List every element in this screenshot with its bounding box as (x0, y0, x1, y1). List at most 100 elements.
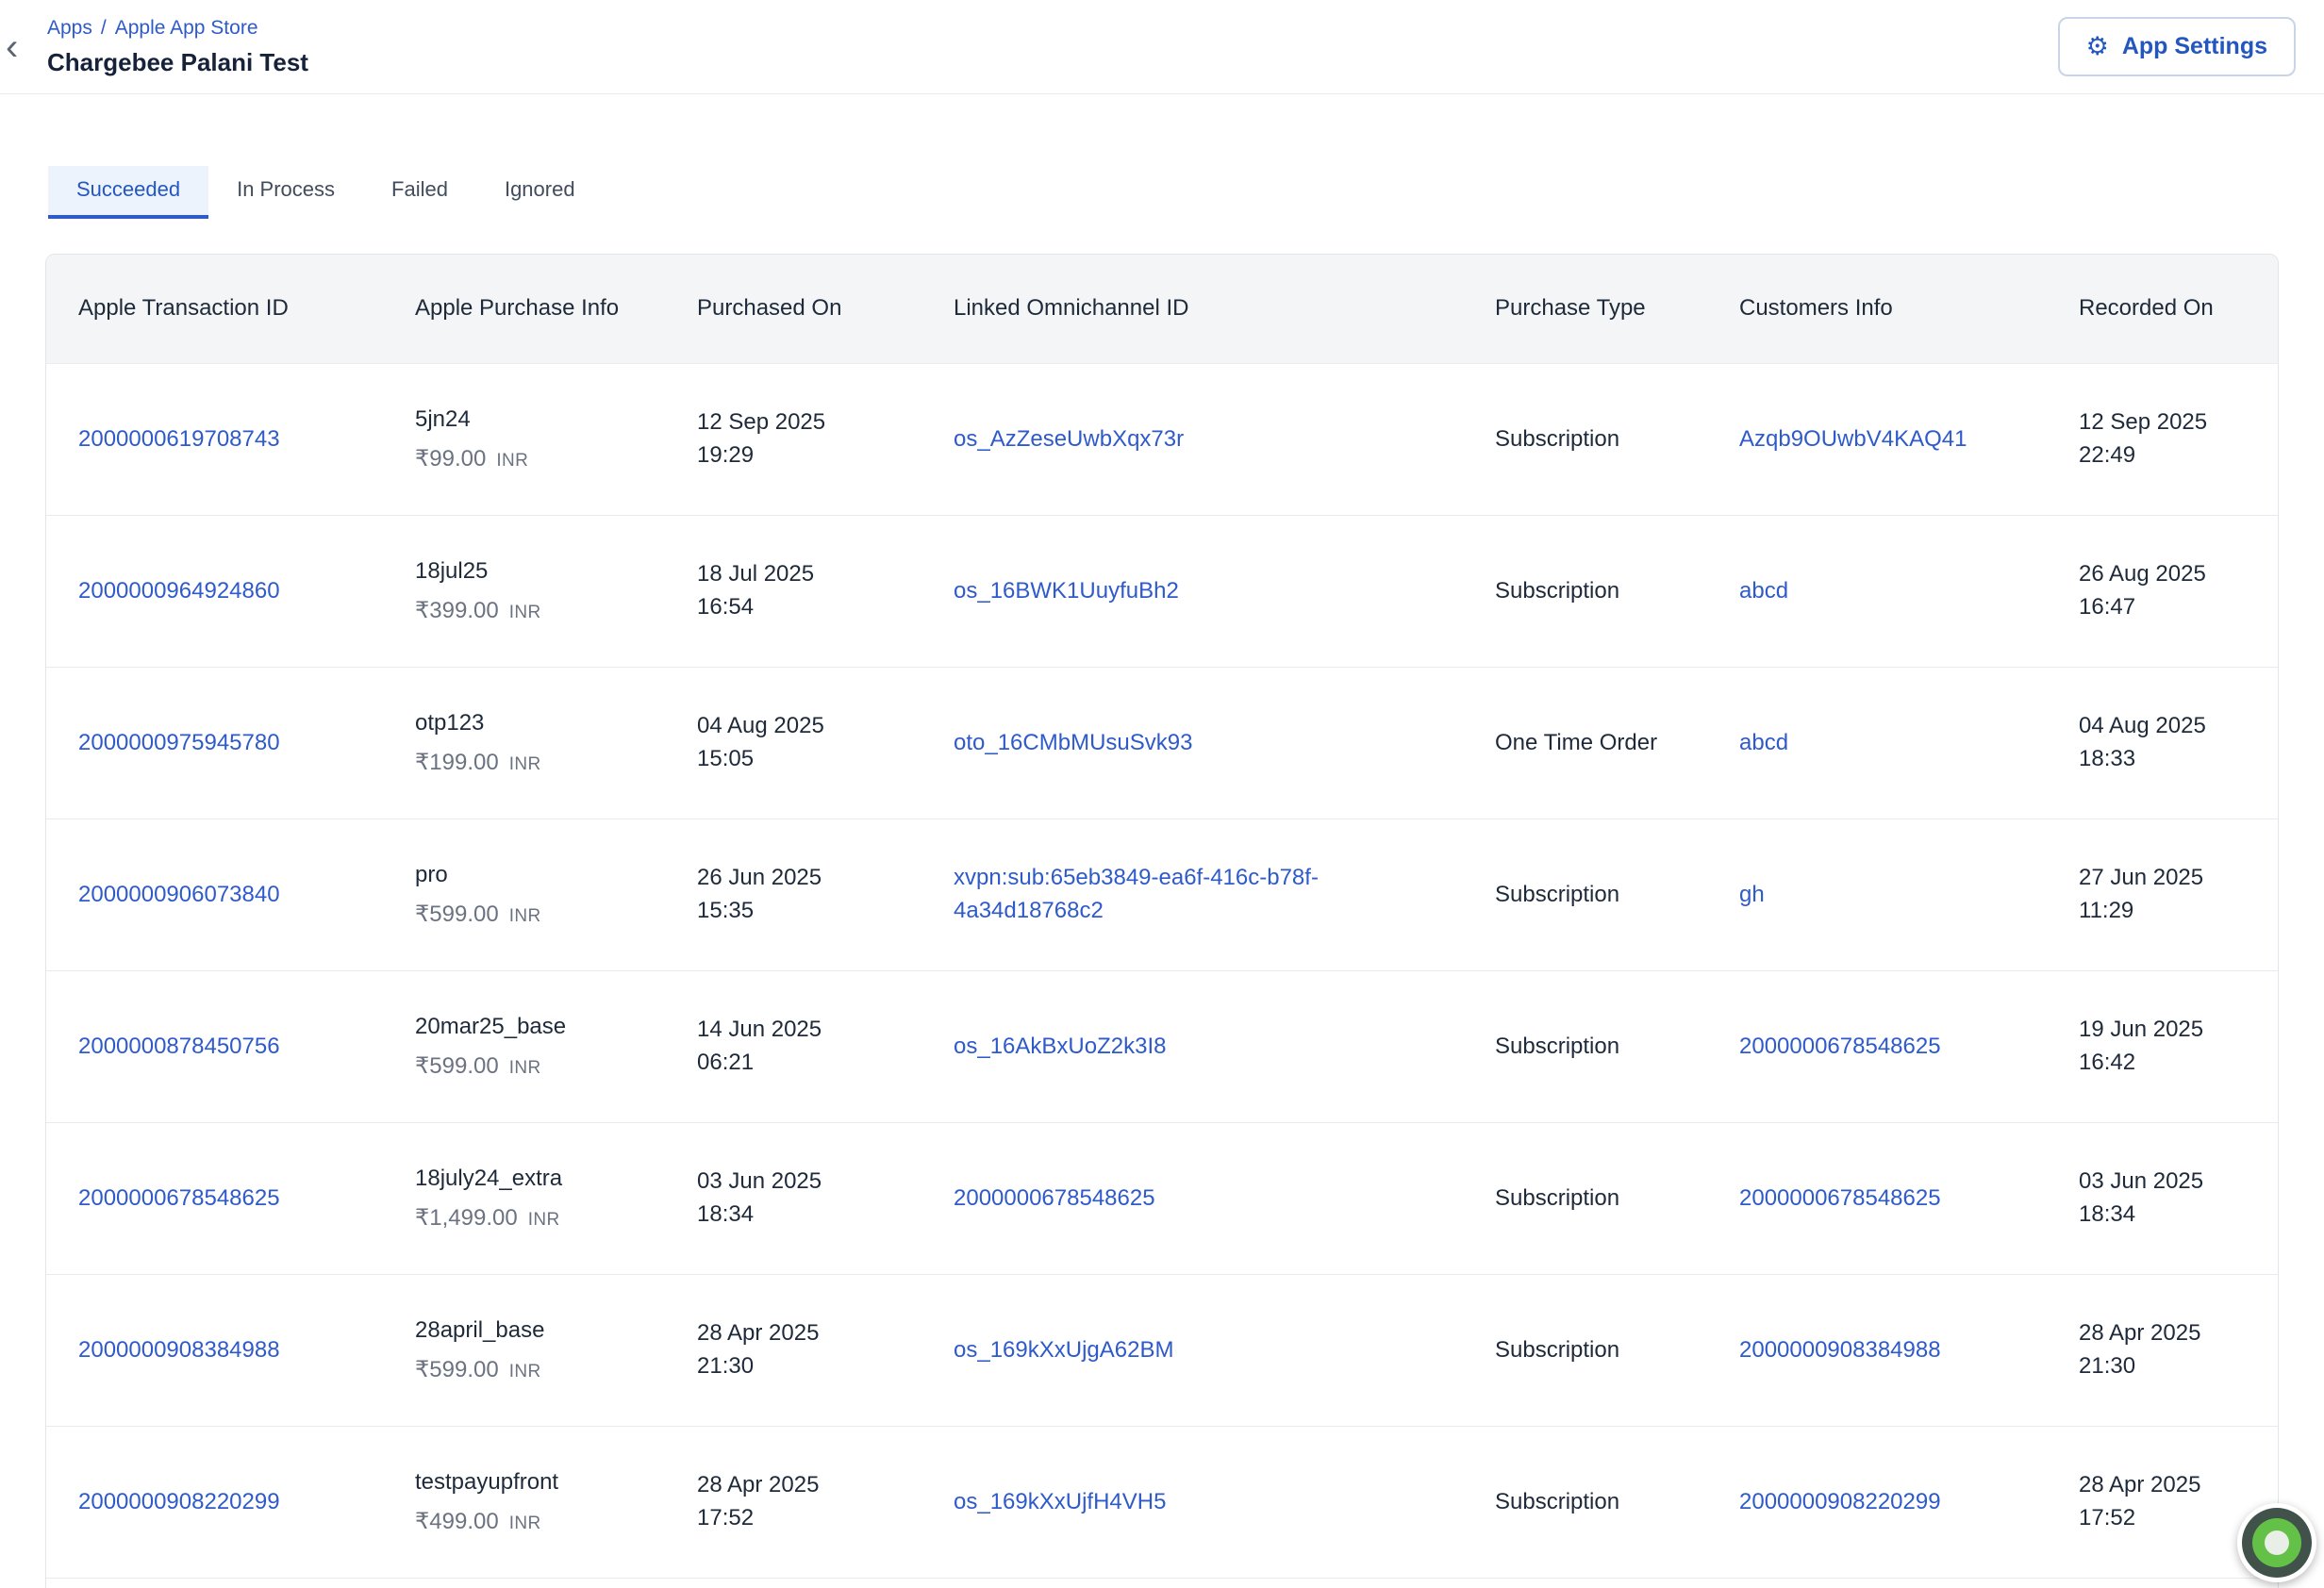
customer-link[interactable]: 2000000908384988 (1739, 1337, 1941, 1363)
purchase-type: Subscription (1495, 1185, 1619, 1211)
transactions-table: Apple Transaction ID Apple Purchase Info… (45, 254, 2279, 1588)
cell-omnichannel-id: os_169kXxUjgA62BM (921, 1334, 1463, 1367)
cell-purchased-on: 28 Apr 2025 21:30 (665, 1317, 921, 1383)
customer-link[interactable]: abcd (1739, 578, 1788, 604)
table-row: 2000000908220299 testpayupfront ₹499.00 … (46, 1426, 2278, 1578)
cell-purchased-on: 26 Jun 2025 15:35 (665, 862, 921, 928)
purchase-name: 5jn24 (415, 404, 639, 437)
breadcrumb-link-apps[interactable]: Apps (47, 17, 92, 40)
cell-purchase-info: 5jn24 ₹99.00 INR (383, 404, 665, 476)
purchased-time: 06:21 (697, 1047, 895, 1080)
column-header-purchase-type: Purchase Type (1463, 292, 1707, 325)
floating-widget-button[interactable] (2237, 1503, 2316, 1582)
omnichannel-id-link[interactable]: os_16AkBxUoZ2k3I8 (954, 1034, 1166, 1059)
column-header-linked-omnichannel-id: Linked Omnichannel ID (921, 292, 1463, 325)
purchased-time: 17:52 (697, 1502, 895, 1535)
customer-link[interactable]: 2000000678548625 (1739, 1034, 1941, 1059)
purchased-time: 15:35 (697, 895, 895, 928)
table-filler-row (46, 1578, 2278, 1588)
purchased-date: 28 Apr 2025 (697, 1469, 895, 1502)
cell-recorded-on: 12 Sep 2025 22:49 (2047, 406, 2278, 472)
customer-link[interactable]: gh (1739, 882, 1765, 907)
recorded-date: 26 Aug 2025 (2079, 558, 2251, 591)
purchased-date: 26 Jun 2025 (697, 862, 895, 895)
currency-label: INR (509, 600, 541, 626)
cell-purchased-on: 04 Aug 2025 15:05 (665, 710, 921, 776)
purchased-date: 18 Jul 2025 (697, 558, 895, 591)
cell-purchase-type: One Time Order (1463, 727, 1707, 760)
recorded-date: 28 Apr 2025 (2079, 1469, 2251, 1502)
recorded-date: 03 Jun 2025 (2079, 1166, 2251, 1199)
cell-customer-info: 2000000908384988 (1707, 1334, 2047, 1367)
purchased-time: 21:30 (697, 1350, 895, 1383)
cell-recorded-on: 28 Apr 2025 21:30 (2047, 1317, 2278, 1383)
purchase-price: ₹499.00 (415, 1506, 499, 1539)
omnichannel-id-link[interactable]: oto_16CMbMUsuSvk93 (954, 730, 1192, 755)
cell-transaction-id: 2000000975945780 (46, 727, 383, 760)
transaction-id-link[interactable]: 2000000619708743 (78, 426, 280, 452)
tab-failed[interactable]: Failed (363, 166, 476, 219)
transaction-id-link[interactable]: 2000000878450756 (78, 1034, 280, 1059)
recorded-time: 11:29 (2079, 895, 2251, 928)
tab-ignored-label: Ignored (505, 177, 575, 201)
cell-purchase-type: Subscription (1463, 1183, 1707, 1216)
table-row: 2000000678548625 18july24_extra ₹1,499.0… (46, 1122, 2278, 1274)
transaction-id-link[interactable]: 2000000975945780 (78, 730, 280, 755)
customer-link[interactable]: abcd (1739, 730, 1788, 755)
purchase-price: ₹599.00 (415, 899, 499, 932)
recorded-date: 19 Jun 2025 (2079, 1014, 2251, 1047)
transaction-id-link[interactable]: 2000000908220299 (78, 1489, 280, 1514)
cell-purchase-info: 20mar25_base ₹599.00 INR (383, 1011, 665, 1083)
omnichannel-id-link[interactable]: xvpn:sub:65eb3849-ea6f-416c-b78f-4a34d18… (954, 865, 1319, 923)
cell-purchased-on: 28 Apr 2025 17:52 (665, 1469, 921, 1535)
recorded-time: 16:42 (2079, 1047, 2251, 1080)
breadcrumb-link-apple-app-store[interactable]: Apple App Store (115, 17, 258, 40)
purchase-price: ₹599.00 (415, 1050, 499, 1083)
transaction-id-link[interactable]: 2000000908384988 (78, 1337, 280, 1363)
transaction-id-link[interactable]: 2000000964924860 (78, 578, 280, 604)
currency-label: INR (509, 903, 541, 930)
customer-link[interactable]: 2000000908220299 (1739, 1489, 1941, 1514)
customer-link[interactable]: 2000000678548625 (1739, 1185, 1941, 1211)
purchase-price: ₹1,499.00 (415, 1202, 518, 1235)
gear-icon: ⚙ (2086, 34, 2109, 59)
omnichannel-id-link[interactable]: os_169kXxUjgA62BM (954, 1337, 1173, 1363)
omnichannel-id-link[interactable]: os_AzZeseUwbXqx73r (954, 426, 1184, 452)
cell-purchase-type: Subscription (1463, 423, 1707, 456)
recorded-date: 27 Jun 2025 (2079, 862, 2251, 895)
tab-in-process[interactable]: In Process (208, 166, 363, 219)
app-settings-button[interactable]: ⚙ App Settings (2058, 17, 2296, 76)
cell-customer-info: Azqb9OUwbV4KAQ41 (1707, 423, 2047, 456)
purchase-price: ₹99.00 (415, 443, 486, 476)
purchase-type: One Time Order (1495, 730, 1657, 755)
widget-green-ring (2252, 1518, 2301, 1567)
omnichannel-id-link[interactable]: 2000000678548625 (954, 1185, 1155, 1211)
column-header-purchased-on: Purchased On (665, 292, 921, 325)
transaction-id-link[interactable]: 2000000906073840 (78, 882, 280, 907)
omnichannel-id-link[interactable]: os_169kXxUjfH4VH5 (954, 1489, 1166, 1514)
back-chevron-icon[interactable]: ‹ (0, 28, 24, 66)
purchase-price-line: ₹599.00 INR (415, 899, 639, 932)
cell-omnichannel-id: os_16AkBxUoZ2k3I8 (921, 1031, 1463, 1064)
cell-recorded-on: 19 Jun 2025 16:42 (2047, 1014, 2278, 1080)
currency-label: INR (509, 1359, 541, 1385)
cell-purchase-info: 28april_base ₹599.00 INR (383, 1315, 665, 1387)
transaction-id-link[interactable]: 2000000678548625 (78, 1185, 280, 1211)
purchase-type: Subscription (1495, 1489, 1619, 1514)
cell-recorded-on: 03 Jun 2025 18:34 (2047, 1166, 2278, 1232)
cell-purchase-type: Subscription (1463, 879, 1707, 912)
customer-link[interactable]: Azqb9OUwbV4KAQ41 (1739, 426, 1967, 452)
tab-succeeded[interactable]: Succeeded (48, 166, 208, 219)
tab-ignored[interactable]: Ignored (476, 166, 604, 219)
purchase-type: Subscription (1495, 1337, 1619, 1363)
recorded-time: 22:49 (2079, 439, 2251, 472)
table-row: 2000000619708743 5jn24 ₹99.00 INR 12 Sep… (46, 363, 2278, 515)
purchase-name: 20mar25_base (415, 1011, 639, 1044)
currency-label: INR (509, 1511, 541, 1537)
cell-purchase-info: pro ₹599.00 INR (383, 859, 665, 932)
purchase-price-line: ₹599.00 INR (415, 1354, 639, 1387)
omnichannel-id-link[interactable]: os_16BWK1UuyfuBh2 (954, 578, 1179, 604)
cell-customer-info: gh (1707, 879, 2047, 912)
purchase-type: Subscription (1495, 1034, 1619, 1059)
table-row: 2000000975945780 otp123 ₹199.00 INR 04 A… (46, 667, 2278, 819)
